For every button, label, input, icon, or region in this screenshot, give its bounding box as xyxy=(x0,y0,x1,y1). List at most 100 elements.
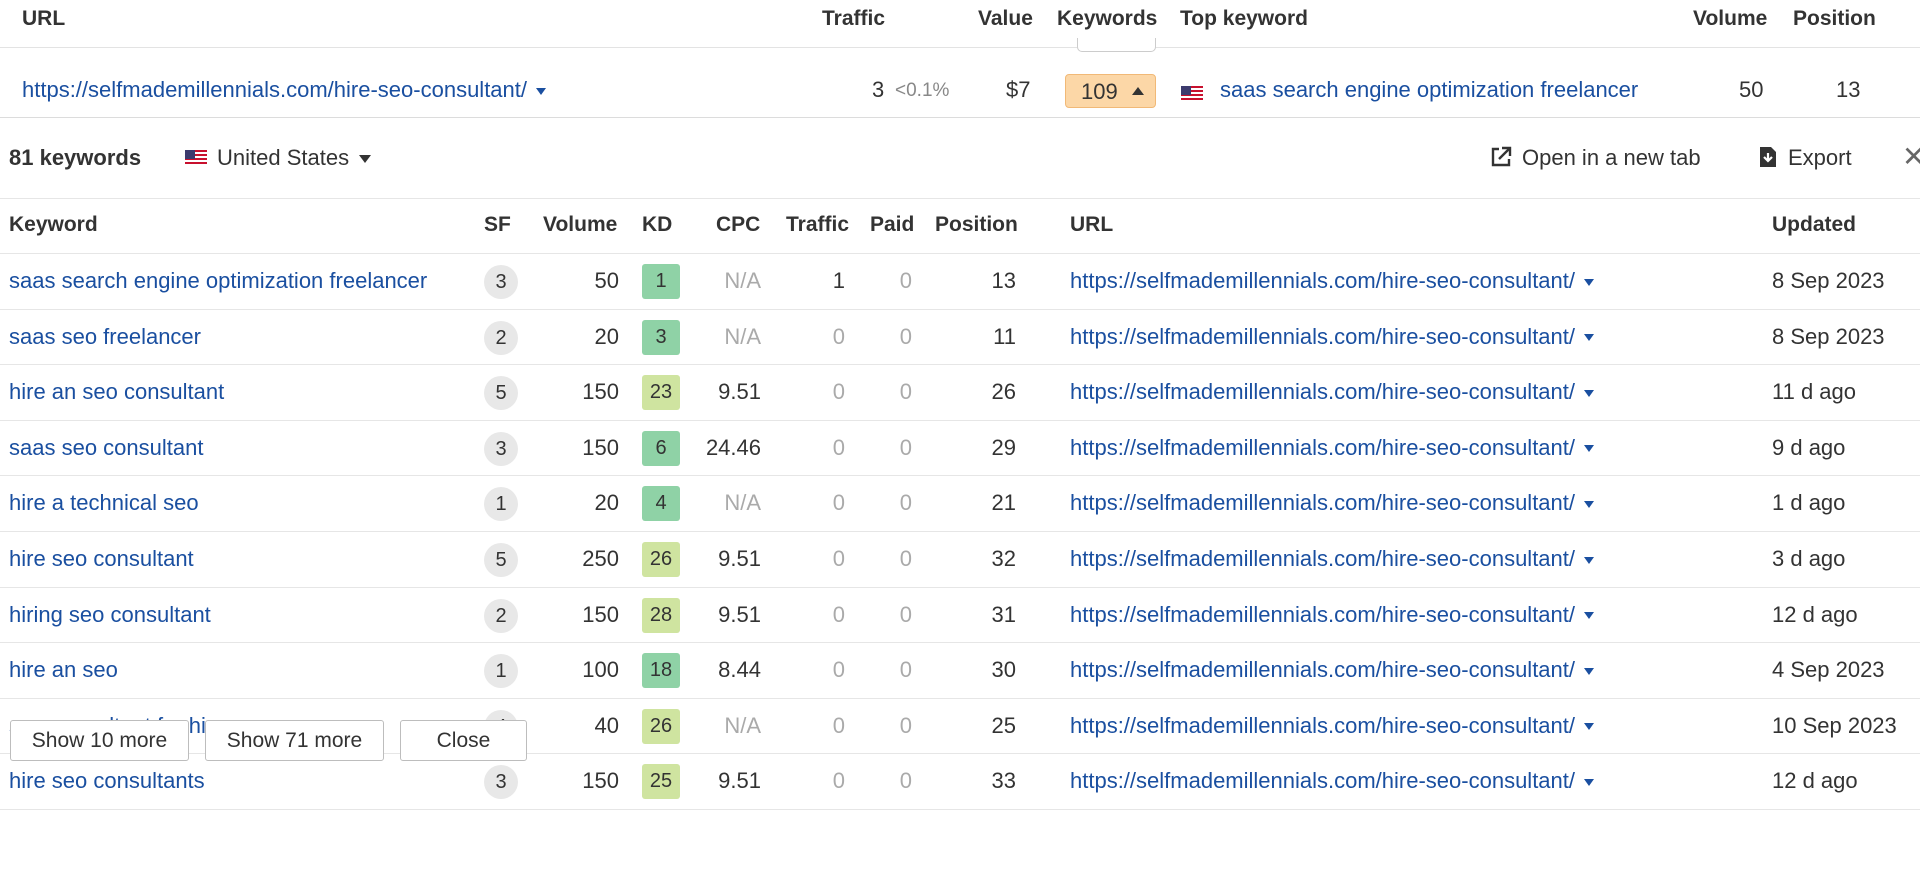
keyword-traffic: 0 xyxy=(832,601,845,627)
top-keyword-volume: 50 xyxy=(1739,77,1764,102)
keyword-link[interactable]: saas seo freelancer xyxy=(9,324,201,350)
show-71-more-button[interactable]: Show 71 more xyxy=(205,720,384,761)
ranking-url-link[interactable]: https://selfmademillennials.com/hire-seo… xyxy=(1070,768,1595,794)
serp-features-badge[interactable]: 2 xyxy=(484,598,518,633)
keyword-traffic: 0 xyxy=(832,768,845,794)
keyword-link[interactable]: hire an seo consultant xyxy=(9,379,224,405)
ranking-url-link[interactable]: https://selfmademillennials.com/hire-seo… xyxy=(1070,713,1595,739)
ranking-url-text: https://selfmademillennials.com/hire-seo… xyxy=(1070,490,1576,516)
col-header-paid[interactable]: Paid xyxy=(870,213,914,237)
table-row: hire an seo consultant 5 150 23 9.51 0 0… xyxy=(0,365,1920,421)
top-keyword-link[interactable]: saas search engine optimization freelanc… xyxy=(1220,77,1638,103)
serp-features-badge[interactable]: 3 xyxy=(484,431,518,466)
col-header-volume[interactable]: Volume xyxy=(1693,7,1767,31)
us-flag-icon xyxy=(185,150,207,166)
keyword-traffic: 0 xyxy=(832,379,845,405)
keyword-paid: 0 xyxy=(899,323,912,349)
chevron-down-icon[interactable] xyxy=(1584,556,1595,564)
keyword-paid: 0 xyxy=(899,712,912,738)
keyword-link[interactable]: saas seo consultant xyxy=(9,435,203,461)
keyword-position: 29 xyxy=(991,434,1016,460)
serp-features-badge[interactable]: 3 xyxy=(484,765,518,800)
keyword-volume: 100 xyxy=(582,657,619,683)
table-row: hire seo consultants 3 150 25 9.51 0 0 3… xyxy=(0,754,1920,810)
ranking-url-link[interactable]: https://selfmademillennials.com/hire-seo… xyxy=(1070,379,1595,405)
chevron-down-icon[interactable] xyxy=(1584,501,1595,509)
table-row: saas seo freelancer 2 20 3 N/A 0 0 11 ht… xyxy=(0,310,1920,366)
col-header-updated[interactable]: Updated xyxy=(1772,213,1856,237)
keyword-link[interactable]: hire an seo xyxy=(9,657,118,683)
keyword-cpc: 24.46 xyxy=(705,434,761,460)
chevron-down-icon[interactable] xyxy=(1584,612,1595,620)
ranking-url-text: https://selfmademillennials.com/hire-seo… xyxy=(1070,434,1576,460)
chevron-down-icon[interactable] xyxy=(1584,278,1595,286)
ranking-url-link[interactable]: https://selfmademillennials.com/hire-seo… xyxy=(1070,490,1595,516)
col-header-traffic[interactable]: Traffic xyxy=(786,213,849,237)
keyword-link[interactable]: hire a technical seo xyxy=(9,490,199,516)
export-label: Export xyxy=(1788,145,1852,170)
chevron-down-icon[interactable] xyxy=(536,87,547,95)
show-10-more-button[interactable]: Show 10 more xyxy=(10,720,189,761)
col-header-position[interactable]: Position xyxy=(935,213,1018,237)
keywords-table-header: Keyword SF Volume KD CPC Traffic Paid Po… xyxy=(0,198,1920,254)
serp-features-badge[interactable]: 5 xyxy=(484,542,518,577)
ranking-url-link[interactable]: https://selfmademillennials.com/hire-seo… xyxy=(1070,657,1595,683)
col-header-traffic[interactable]: Traffic xyxy=(822,7,885,31)
country-selector[interactable]: United States xyxy=(185,145,372,171)
col-header-url[interactable]: URL xyxy=(1070,213,1113,237)
keyword-position: 33 xyxy=(991,768,1016,794)
col-header-sf[interactable]: SF xyxy=(484,213,511,237)
col-header-url[interactable]: URL xyxy=(22,7,65,31)
serp-features-badge[interactable]: 5 xyxy=(484,376,518,411)
ranking-url-link[interactable]: https://selfmademillennials.com/hire-seo… xyxy=(1070,601,1595,628)
ranking-url-link[interactable]: https://selfmademillennials.com/hire-seo… xyxy=(1070,434,1595,461)
keyword-cpc: 9.51 xyxy=(718,768,761,794)
col-header-value[interactable]: Value xyxy=(978,7,1033,31)
chevron-down-icon[interactable] xyxy=(1584,779,1595,787)
chevron-down-icon[interactable] xyxy=(1584,667,1595,675)
serp-features-badge[interactable]: 3 xyxy=(484,265,518,299)
keyword-cpc: N/A xyxy=(724,268,761,293)
export-button[interactable]: Export xyxy=(1758,145,1852,171)
chevron-down-icon[interactable] xyxy=(1584,723,1595,731)
kd-badge: 26 xyxy=(642,541,680,577)
col-header-keywords[interactable]: Keywords xyxy=(1057,7,1157,31)
chevron-down-icon[interactable] xyxy=(1584,334,1595,342)
col-header-volume[interactable]: Volume xyxy=(543,213,617,237)
keywords-count-button[interactable]: 109 xyxy=(1065,74,1156,108)
col-header-cpc[interactable]: CPC xyxy=(716,213,760,237)
close-button[interactable]: Close xyxy=(400,720,527,761)
ranking-url-link[interactable]: https://selfmademillennials.com/hire-seo… xyxy=(1070,268,1595,294)
keyword-position: 21 xyxy=(991,490,1016,516)
keyword-link[interactable]: hire seo consultant xyxy=(9,546,194,572)
keyword-cpc: 9.51 xyxy=(718,601,761,627)
keyword-traffic: 0 xyxy=(832,490,845,516)
keyword-updated: 3 d ago xyxy=(1772,545,1846,571)
close-icon[interactable]: ✕ xyxy=(1902,140,1920,173)
ranking-url-link[interactable]: https://selfmademillennials.com/hire-seo… xyxy=(1070,546,1595,572)
serp-features-badge[interactable]: 2 xyxy=(484,320,518,355)
table-row: hire an seo 1 100 18 8.44 0 0 30 https:/… xyxy=(0,643,1920,699)
col-header-kd[interactable]: KD xyxy=(642,213,672,237)
keyword-cpc: N/A xyxy=(724,490,761,516)
keyword-position: 11 xyxy=(993,323,1016,349)
page-url-link[interactable]: https://selfmademillennials.com/hire-seo… xyxy=(22,77,547,103)
serp-features-badge[interactable]: 1 xyxy=(484,487,518,522)
serp-features-badge[interactable]: 1 xyxy=(484,654,518,689)
col-header-position[interactable]: Position xyxy=(1793,7,1876,31)
chevron-down-icon[interactable] xyxy=(1584,389,1595,397)
keyword-cpc: 9.51 xyxy=(718,379,761,405)
col-header-top-keyword[interactable]: Top keyword xyxy=(1180,7,1308,31)
open-in-new-tab-button[interactable]: Open in a new tab xyxy=(1490,145,1701,171)
keyword-link[interactable]: hiring seo consultant xyxy=(9,602,211,628)
col-header-keyword[interactable]: Keyword xyxy=(9,213,98,237)
keyword-link[interactable]: saas search engine optimization freelanc… xyxy=(9,268,427,294)
ranking-url-link[interactable]: https://selfmademillennials.com/hire-seo… xyxy=(1070,323,1595,350)
chevron-down-icon[interactable] xyxy=(1584,445,1595,453)
ranking-url-text: https://selfmademillennials.com/hire-seo… xyxy=(1070,323,1576,349)
table-row: hire seo consultant 5 250 26 9.51 0 0 32… xyxy=(0,532,1920,588)
page-value: $7 xyxy=(1006,77,1031,102)
keyword-link[interactable]: hire seo consultants xyxy=(9,768,205,794)
keyword-volume: 150 xyxy=(582,768,619,794)
ranking-url-text: https://selfmademillennials.com/hire-seo… xyxy=(1070,601,1576,627)
